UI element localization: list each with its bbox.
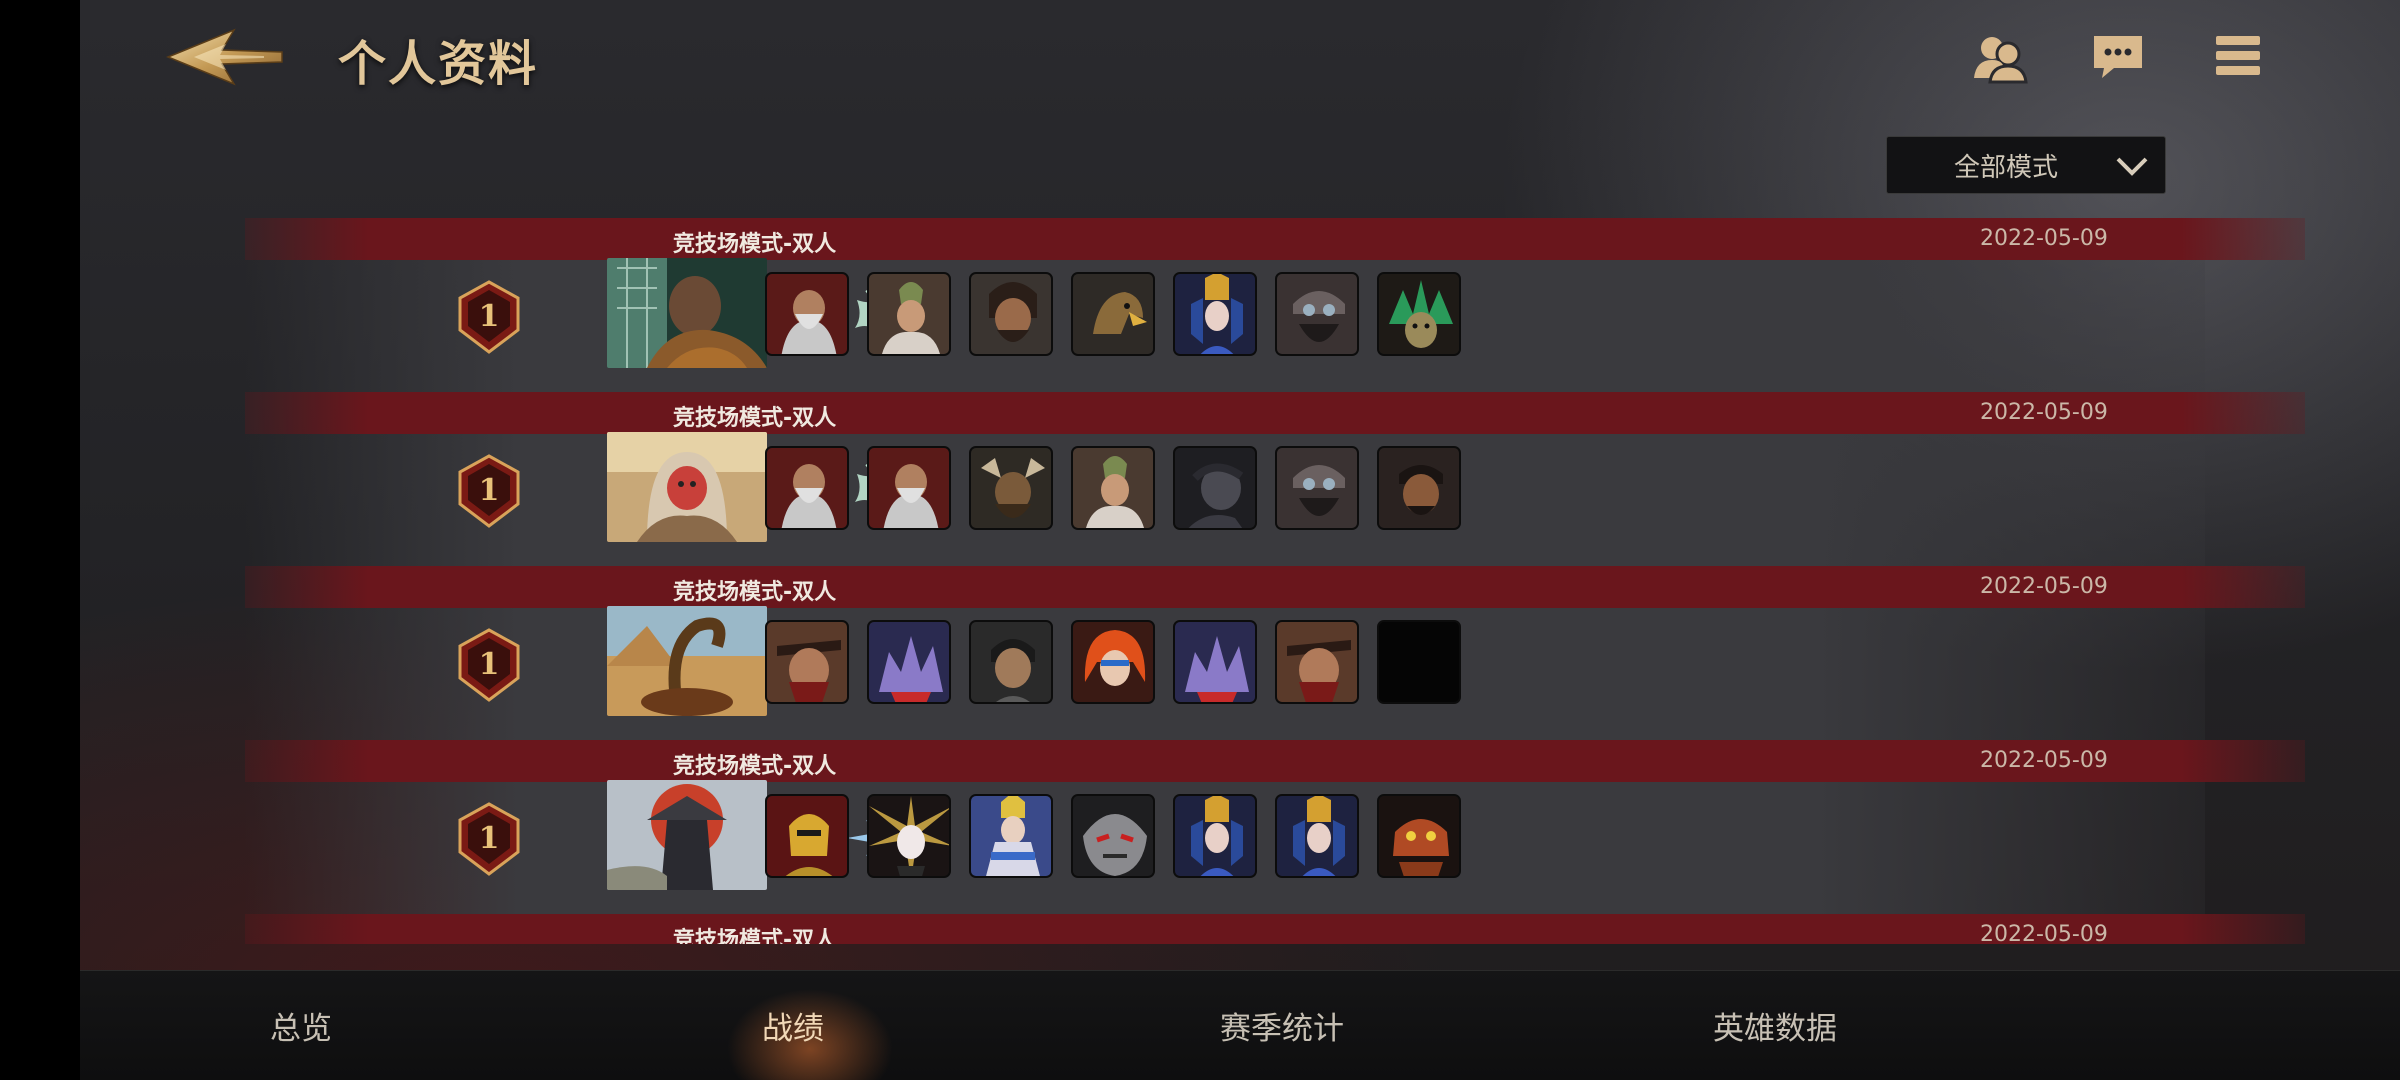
placement-number: 1 — [479, 821, 500, 856]
hero-portrait[interactable] — [867, 272, 951, 356]
hero-portrait[interactable] — [1377, 794, 1461, 878]
placement-badge-icon: 1 — [458, 628, 520, 702]
placement-badge-icon: 1 — [458, 454, 520, 528]
hero-portrait[interactable] — [1377, 272, 1461, 356]
match-body: 1 — [245, 606, 2205, 740]
hero-portrait[interactable] — [1173, 446, 1257, 530]
hero-portrait[interactable] — [1071, 446, 1155, 530]
hero-portrait[interactable] — [765, 446, 849, 530]
hero-portrait[interactable] — [1275, 794, 1359, 878]
player-portrait — [607, 258, 767, 368]
page-title: 个人资料 — [338, 36, 539, 92]
tab-match-record[interactable]: 战绩 — [762, 1003, 824, 1048]
friends-icon[interactable] — [1970, 26, 2030, 86]
hero-portrait[interactable] — [1071, 272, 1155, 356]
hero-portrait[interactable] — [1377, 446, 1461, 530]
hero-portrait[interactable] — [765, 272, 849, 356]
hero-portrait[interactable] — [969, 620, 1053, 704]
hero-portrait[interactable] — [867, 446, 951, 530]
match-row[interactable]: 竞技场模式-双人 2022-05-09 1 — [245, 218, 2305, 392]
hero-portrait[interactable] — [1071, 620, 1155, 704]
match-row[interactable]: 竞技场模式-双人 2022-05-09 1 — [245, 566, 2305, 740]
placement-badge-icon: 1 — [458, 802, 520, 876]
match-row[interactable]: 竞技场模式-双人 2022-05-09 1 — [245, 740, 2305, 914]
match-date: 2022-05-09 — [1980, 922, 2108, 944]
placement-badge-icon: 1 — [458, 280, 520, 354]
chat-icon[interactable] — [2088, 26, 2148, 86]
hero-portrait[interactable] — [1275, 620, 1359, 704]
hero-portrait[interactable] — [867, 794, 951, 878]
tab-hero-data[interactable]: 英雄数据 — [1713, 1003, 1837, 1048]
chevron-down-icon — [2116, 157, 2148, 176]
tab-season-stats[interactable]: 赛季统计 — [1220, 1003, 1344, 1048]
hero-portrait[interactable] — [1173, 620, 1257, 704]
player-portrait — [607, 606, 767, 716]
match-mode: 竞技场模式-双人 — [673, 754, 837, 779]
player-portrait — [607, 432, 767, 542]
match-row[interactable]: 竞技场模式-双人 2022-05-09 1 — [245, 392, 2305, 566]
match-body: 1 — [245, 258, 2205, 392]
mode-filter-dropdown[interactable]: 全部模式 — [1886, 136, 2166, 194]
match-mode: 竞技场模式-双人 — [673, 232, 837, 257]
match-body: 1 — [245, 780, 2205, 914]
hero-portrait-empty — [1377, 620, 1461, 704]
back-arrow-icon[interactable] — [164, 22, 284, 92]
match-date: 2022-05-09 — [1980, 574, 2108, 599]
placement-number: 1 — [479, 473, 500, 508]
hero-portrait[interactable] — [969, 446, 1053, 530]
hero-portrait[interactable] — [969, 794, 1053, 878]
hero-portrait[interactable] — [867, 620, 951, 704]
match-history-list[interactable]: 竞技场模式-双人 2022-05-09 1 竞技场模式-双人 2022-05-0… — [80, 218, 2400, 944]
match-mode: 竞技场模式-双人 — [673, 580, 837, 605]
match-date: 2022-05-09 — [1980, 226, 2108, 251]
placement-number: 1 — [479, 647, 500, 682]
hero-portrait[interactable] — [1173, 272, 1257, 356]
hero-portrait[interactable] — [1275, 446, 1359, 530]
match-date: 2022-05-09 — [1980, 400, 2108, 425]
screen-edge — [0, 0, 80, 1080]
profile-screen: 个人资料 全部模式 竞技场模式-双人 2022-05-09 1 竞技场模式-双人… — [80, 0, 2400, 1080]
hero-portrait[interactable] — [1275, 272, 1359, 356]
match-date: 2022-05-09 — [1980, 748, 2108, 773]
hero-portrait[interactable] — [969, 272, 1053, 356]
hero-portrait[interactable] — [1173, 794, 1257, 878]
tab-overview[interactable]: 总览 — [270, 1003, 332, 1048]
mode-filter-value: 全部模式 — [1953, 152, 2058, 183]
match-row[interactable]: 竞技场模式-双人 2022-05-09 — [245, 914, 2305, 944]
menu-icon[interactable] — [2208, 26, 2268, 86]
player-portrait — [607, 780, 767, 890]
hero-portrait[interactable] — [1071, 794, 1155, 878]
hero-portrait[interactable] — [765, 620, 849, 704]
hero-portrait[interactable] — [765, 794, 849, 878]
match-mode: 竞技场模式-双人 — [673, 928, 837, 944]
bottom-tab-bar: 总览 战绩 赛季统计 英雄数据 — [80, 970, 2400, 1080]
placement-number: 1 — [479, 299, 500, 334]
match-body: 1 — [245, 432, 2205, 566]
match-mode: 竞技场模式-双人 — [673, 406, 837, 431]
